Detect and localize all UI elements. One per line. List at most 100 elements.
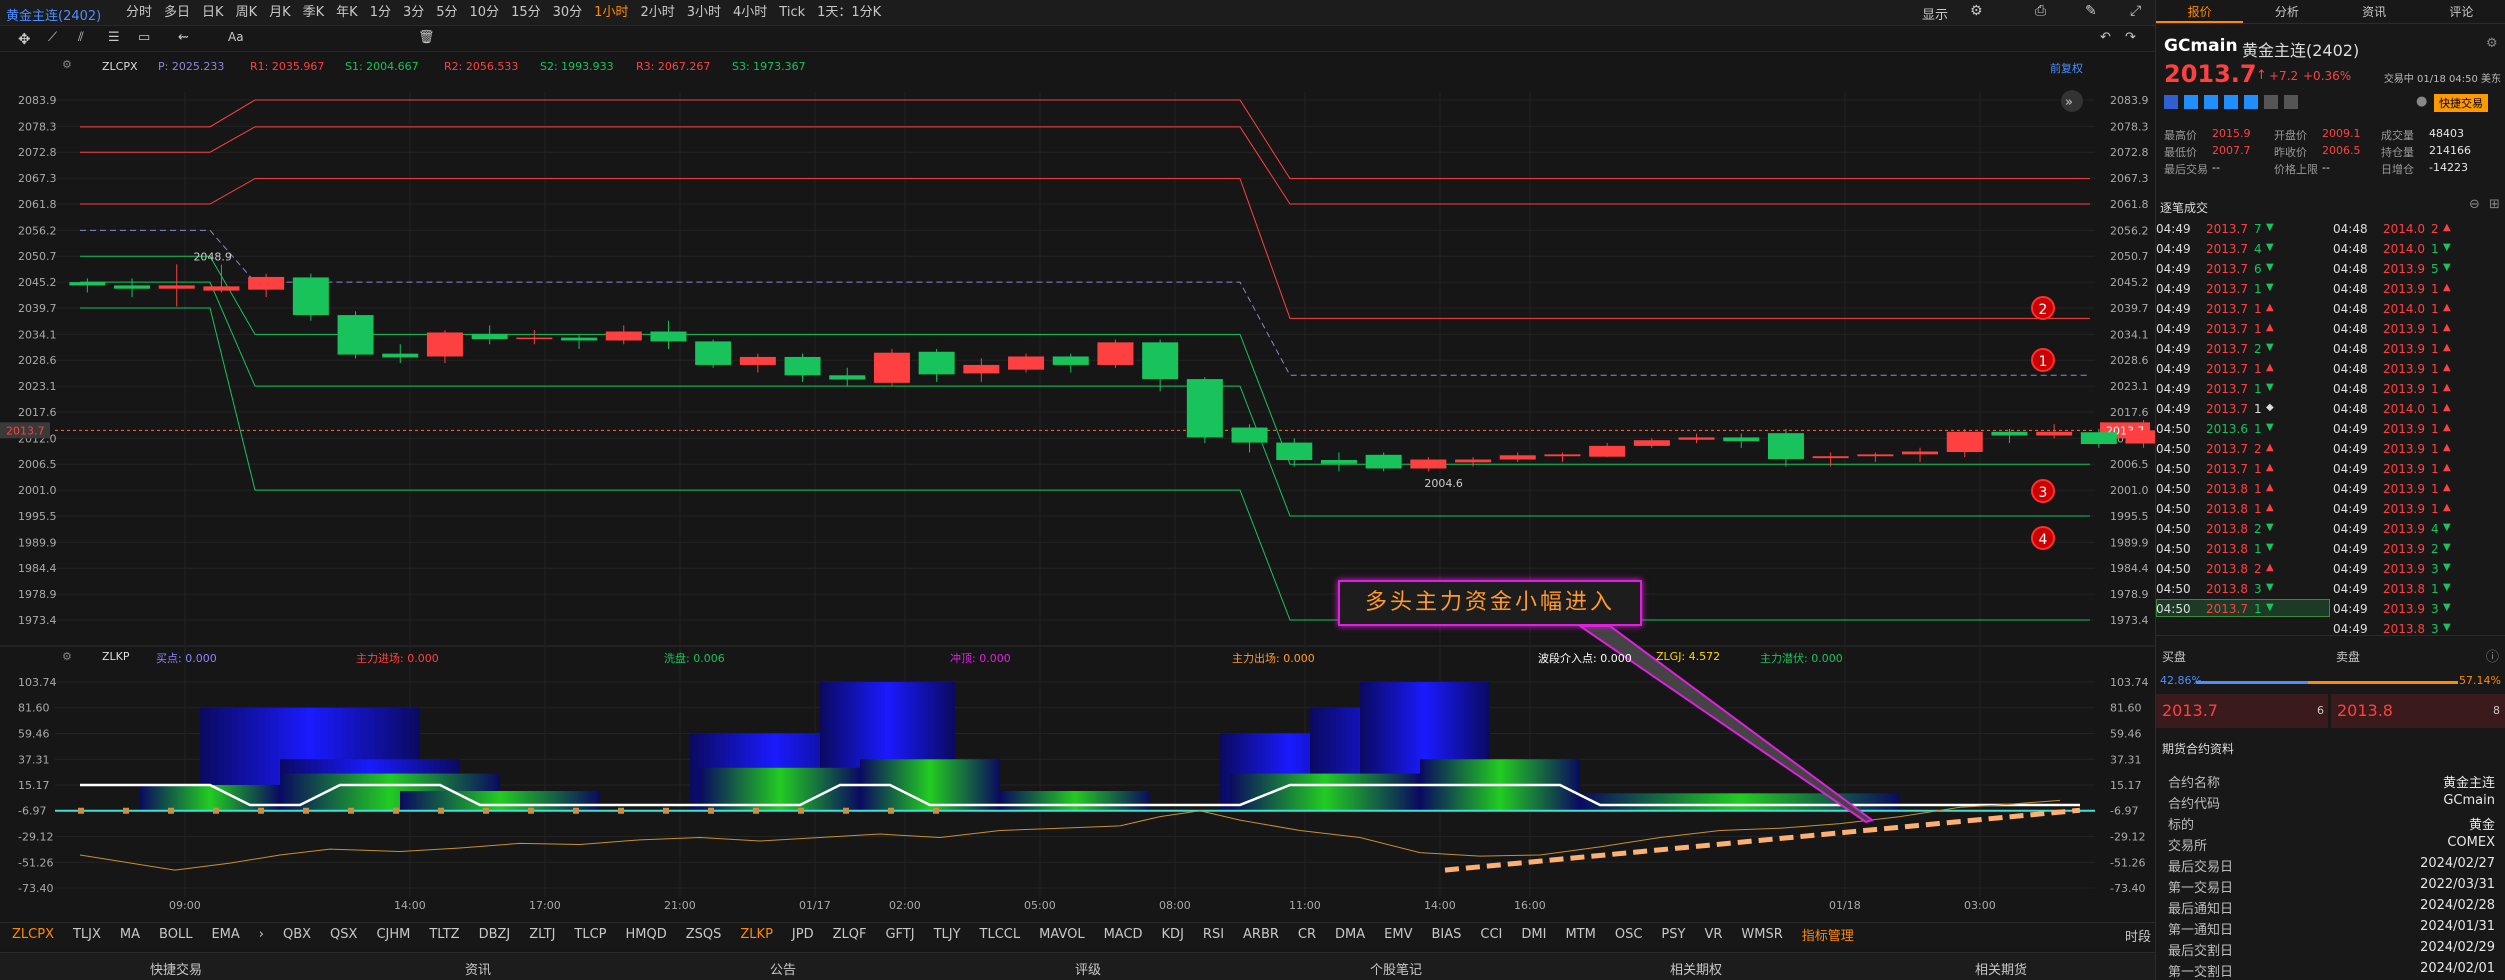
ind-tab-16[interactable]: JPD [792, 927, 814, 942]
bottom-tab-0[interactable]: 快捷交易 [150, 959, 202, 978]
ind-tab-2[interactable]: MA [120, 927, 140, 942]
ind-tab-3[interactable]: BOLL [159, 927, 192, 942]
ind-tab-20[interactable]: TLCCL [980, 927, 1021, 942]
ind-tab-36[interactable]: WMSR [1741, 927, 1782, 942]
ind-tab-35[interactable]: VR [1704, 927, 1722, 942]
period-7[interactable]: 1分 [364, 4, 397, 22]
period-15[interactable]: 3小时 [681, 4, 727, 22]
period-2[interactable]: 日K [196, 4, 230, 22]
ind-tab-37[interactable]: 指标管理 [1802, 925, 1854, 944]
bottom-tab-3[interactable]: 评级 [1075, 959, 1101, 978]
ticks-minus-icon[interactable]: ⊖ [2469, 197, 2480, 212]
ind-tab-12[interactable]: TLCP [574, 927, 606, 942]
symbol-title[interactable]: 黄金主连(2402) [6, 5, 101, 24]
quote-tab-3[interactable]: 评论 [2418, 0, 2505, 23]
quick-trade-button[interactable]: 快捷交易 [2434, 94, 2488, 112]
ind-tab-23[interactable]: KDJ [1162, 927, 1184, 942]
kline-chart[interactable]: 2083.9 2083.9 2078.3 2078.3 2072.8 2072.8 2067… [0, 52, 2155, 922]
legend-ind-name[interactable]: ZLCPX [102, 60, 138, 73]
bottom-tab-2[interactable]: 公告 [770, 959, 796, 978]
fib-tool-icon[interactable]: ☰ [108, 30, 120, 45]
camera-icon[interactable]: ⎙ [2035, 3, 2046, 19]
arrow-tool-icon[interactable]: ⇜ [178, 30, 189, 45]
ind-tab-21[interactable]: MAVOL [1039, 927, 1084, 942]
session-button[interactable]: 时段 [2125, 926, 2151, 945]
restore-button[interactable]: 前复权 [2050, 60, 2083, 76]
period-5[interactable]: 季K [297, 4, 331, 22]
legend-settings-icon[interactable]: ⚙ [62, 58, 72, 71]
ind-tab-17[interactable]: ZLQF [833, 927, 867, 942]
ind-tab-28[interactable]: EMV [1384, 927, 1412, 942]
display-menu[interactable]: 显示 [1922, 4, 1948, 23]
ind-tab-14[interactable]: ZSQS [686, 927, 722, 942]
period-14[interactable]: 2小时 [634, 4, 680, 22]
period-16[interactable]: 4小时 [727, 4, 773, 22]
ind-tab-33[interactable]: OSC [1615, 927, 1643, 942]
settings-icon[interactable]: ⚙ [1970, 3, 1983, 19]
ind-tab-4[interactable]: EMA [211, 927, 239, 942]
period-12[interactable]: 30分 [547, 4, 589, 22]
ind-tab-0[interactable]: ZLCPX [12, 927, 54, 942]
sub-settings-icon[interactable]: ⚙ [62, 650, 72, 663]
ind-tab-30[interactable]: CCI [1480, 927, 1502, 942]
ind-tab-32[interactable]: MTM [1565, 927, 1595, 942]
period-6[interactable]: 年K [330, 4, 364, 22]
period-17[interactable]: Tick [773, 4, 811, 22]
rect-tool-icon[interactable]: ▭ [138, 30, 150, 45]
period-8[interactable]: 3分 [397, 4, 430, 22]
quote-tab-2[interactable]: 资讯 [2331, 0, 2418, 23]
info-val-7: 2024/01/31 [2420, 919, 2495, 934]
sub-dot-4 [258, 807, 264, 814]
period-9[interactable]: 5分 [430, 4, 463, 22]
period-11[interactable]: 15分 [505, 4, 547, 22]
ind-tab-18[interactable]: GFTJ [885, 927, 914, 942]
ind-tab-1[interactable]: TLJX [73, 927, 101, 942]
ind-tab-9[interactable]: TLTZ [429, 927, 459, 942]
quote-tab-1[interactable]: 分析 [2243, 0, 2330, 23]
undo-icon[interactable]: ↶ [2100, 30, 2111, 45]
bottom-tab-5[interactable]: 相关期权 [1670, 959, 1722, 978]
redo-icon[interactable]: ↷ [2125, 30, 2136, 45]
channel-tool-icon[interactable]: ⫽ [78, 30, 84, 45]
period-1[interactable]: 多日 [158, 4, 196, 22]
period-3[interactable]: 周K [230, 4, 264, 22]
bottom-tab-1[interactable]: 资讯 [465, 959, 491, 978]
ind-tab-13[interactable]: HMQD [626, 927, 667, 942]
ind-tab-19[interactable]: TLJY [934, 927, 961, 942]
delete-tool-icon[interactable]: 🗑 [418, 30, 435, 45]
line-tool-icon[interactable]: ⟋ [48, 30, 57, 45]
ind-tab-6[interactable]: QBX [283, 927, 311, 942]
bell-icon[interactable]: ● [2416, 94, 2427, 109]
expand-icon[interactable]: ⤢ [2130, 3, 2141, 19]
ind-tab-10[interactable]: DBZJ [479, 927, 511, 942]
ind-tab-34[interactable]: PSY [1661, 927, 1685, 942]
bottom-tab-4[interactable]: 个股笔记 [1370, 959, 1422, 978]
period-18[interactable]: 1天：1分K [811, 4, 887, 22]
period-13[interactable]: 1小时 [588, 4, 634, 22]
info-icon[interactable]: ⓘ [2486, 646, 2499, 665]
quote-tab-0[interactable]: 报价 [2156, 0, 2244, 23]
panel-settings-icon[interactable]: ⚙ [2486, 36, 2498, 51]
ind-tab-24[interactable]: RSI [1203, 927, 1224, 942]
ticks-grid-icon[interactable]: ⊞ [2489, 197, 2500, 212]
ind-tab-31[interactable]: DMI [1521, 927, 1546, 942]
period-4[interactable]: 月K [263, 4, 297, 22]
ind-tab-15[interactable]: ZLKP [740, 927, 773, 942]
ind-tab-25[interactable]: ARBR [1243, 927, 1279, 942]
ind-tab-7[interactable]: QSX [330, 927, 357, 942]
text-tool-icon[interactable]: Aa [228, 30, 244, 44]
move-icon[interactable]: ✥ [18, 30, 31, 48]
double-chevron-icon[interactable]: » [2065, 95, 2073, 110]
ind-tab-29[interactable]: BIAS [1432, 927, 1462, 942]
sub-ind-name[interactable]: ZLKP [102, 650, 130, 663]
ind-tab-22[interactable]: MACD [1104, 927, 1143, 942]
period-10[interactable]: 10分 [464, 4, 506, 22]
ind-tab-5[interactable]: › [259, 927, 264, 942]
ind-tab-11[interactable]: ZLTJ [529, 927, 555, 942]
ind-tab-26[interactable]: CR [1298, 927, 1316, 942]
pen-icon[interactable]: ✎ [2085, 3, 2097, 19]
period-0[interactable]: 分时 [120, 4, 158, 22]
ind-tab-27[interactable]: DMA [1335, 927, 1365, 942]
ind-tab-8[interactable]: CJHM [376, 927, 410, 942]
bottom-tab-6[interactable]: 相关期货 [1975, 959, 2027, 978]
